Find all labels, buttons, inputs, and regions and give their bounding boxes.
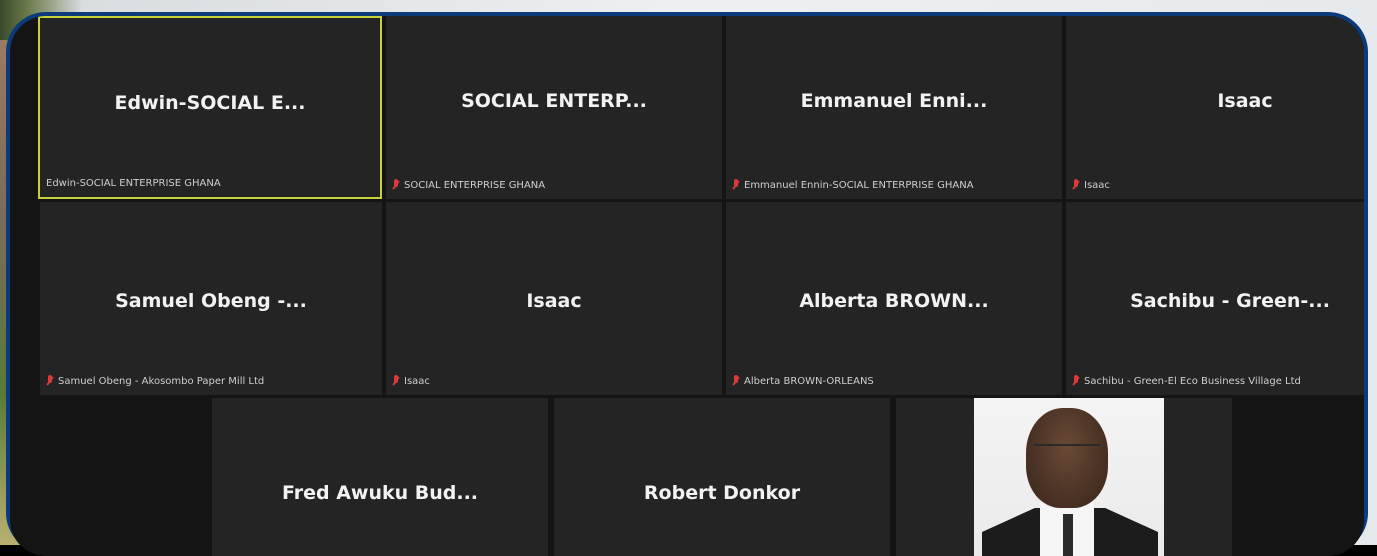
participant-label: Isaac <box>392 374 430 388</box>
participant-tile[interactable]: Emmanuel Enni... Emmanuel Ennin-SOCIAL E… <box>726 16 1062 199</box>
participant-label: Emmanuel Ennin-SOCIAL ENTERPRISE GHANA <box>732 178 974 192</box>
participant-label-text: SOCIAL ENTERPRISE GHANA <box>404 179 546 191</box>
participant-tile[interactable]: Robert Donkor <box>554 398 890 556</box>
mic-muted-icon <box>392 179 400 191</box>
participant-label: Samuel Obeng - Akosombo Paper Mill Ltd <box>46 374 264 388</box>
participant-label-text: Alberta BROWN-ORLEANS <box>744 375 874 387</box>
participant-tile[interactable]: Isaac Isaac <box>1066 16 1364 199</box>
participant-label: Sachibu - Green-El Eco Business Village … <box>1072 374 1301 388</box>
mic-muted-icon <box>46 375 54 387</box>
participant-label-text: Edwin-SOCIAL ENTERPRISE GHANA <box>46 177 221 189</box>
participant-tile[interactable]: Isaac Isaac <box>386 202 722 395</box>
participant-tile[interactable]: Alberta BROWN... Alberta BROWN-ORLEANS <box>726 202 1062 395</box>
participant-name: Samuel Obeng -... <box>115 290 307 312</box>
mic-muted-icon <box>732 179 740 191</box>
participant-label-text: Isaac <box>404 375 430 387</box>
participant-label-text: Sachibu - Green-El Eco Business Village … <box>1084 375 1301 387</box>
participant-label: Alberta BROWN-ORLEANS <box>732 374 874 388</box>
participant-tile[interactable] <box>896 398 1232 556</box>
participant-name: Edwin-SOCIAL E... <box>114 92 306 114</box>
participant-tile[interactable]: Edwin-SOCIAL E... Edwin-SOCIAL ENTERPRIS… <box>38 16 382 199</box>
participant-name: Alberta BROWN... <box>799 290 989 312</box>
participant-name: Robert Donkor <box>643 482 801 504</box>
participant-label-text: Emmanuel Ennin-SOCIAL ENTERPRISE GHANA <box>744 179 974 191</box>
photo-tie <box>1063 514 1073 556</box>
participant-name: Isaac <box>1217 90 1273 112</box>
participant-label: Edwin-SOCIAL ENTERPRISE GHANA <box>46 176 221 190</box>
participant-label: Isaac <box>1072 178 1110 192</box>
mic-muted-icon <box>392 375 400 387</box>
mic-muted-icon <box>1072 375 1080 387</box>
participant-tile[interactable]: SOCIAL ENTERP... SOCIAL ENTERPRISE GHANA <box>386 16 722 199</box>
participant-label: SOCIAL ENTERPRISE GHANA <box>392 178 545 192</box>
photo-glasses <box>1034 444 1100 462</box>
participant-name: Emmanuel Enni... <box>800 90 988 112</box>
mic-muted-icon <box>1072 179 1080 191</box>
participant-name: SOCIAL ENTERP... <box>461 90 647 112</box>
participant-name: Sachibu - Green-... <box>1130 290 1330 312</box>
participant-tile[interactable]: Samuel Obeng -... Samuel Obeng - Akosomb… <box>40 202 382 395</box>
video-gallery: Edwin-SOCIAL E... Edwin-SOCIAL ENTERPRIS… <box>10 16 1364 556</box>
participant-label-text: Samuel Obeng - Akosombo Paper Mill Ltd <box>58 375 265 387</box>
participant-tile[interactable]: Sachibu - Green-... Sachibu - Green-El E… <box>1066 202 1364 395</box>
participant-tile[interactable]: Fred Awuku Bud... <box>212 398 548 556</box>
participant-name: Fred Awuku Bud... <box>281 482 479 504</box>
participant-label-text: Isaac <box>1084 179 1110 191</box>
participant-name: Isaac <box>526 290 582 312</box>
participant-photo <box>974 398 1164 556</box>
mic-muted-icon <box>732 375 740 387</box>
